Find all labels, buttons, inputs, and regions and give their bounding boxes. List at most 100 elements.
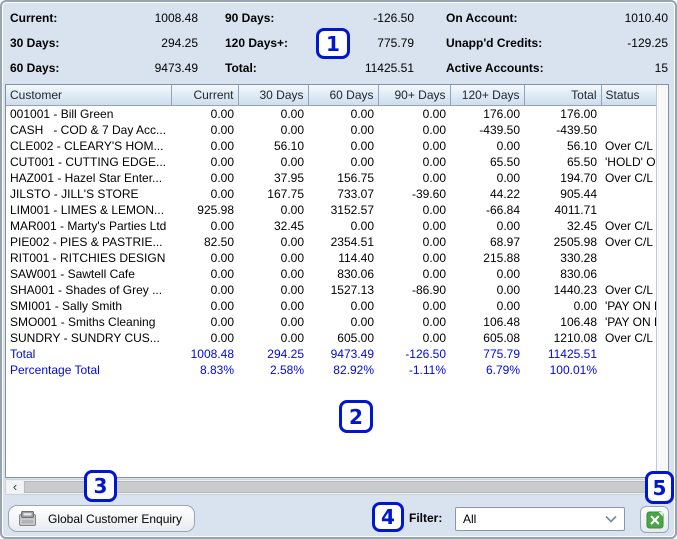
cell: 9473.49: [330, 346, 374, 361]
table-row[interactable]: CASH - COD & 7 Day Acc... 0.00 0.00 0.00 0.0…: [6, 122, 656, 138]
table-row[interactable]: SHA001 - Shades of Grey ... 0.00 0.00 1527.…: [6, 282, 656, 298]
horizontal-scrollbar-thumb[interactable]: [24, 481, 651, 493]
summary-label-30days: 30 Days:: [10, 36, 60, 50]
table-row[interactable]: MAR001 - Marty's Parties Ltd 0.00 32.45 0.0…: [6, 218, 656, 234]
cell: 0.00: [350, 154, 374, 169]
column-header-120-days[interactable]: 120+ Days: [450, 85, 525, 106]
cell: 1440.23: [553, 282, 597, 297]
annotation-badge-3: 3: [84, 470, 117, 502]
cell: Over C/L: [605, 282, 654, 297]
cell: -1.11%: [408, 362, 446, 377]
cell: 0.00: [280, 266, 304, 281]
cell: 0.00: [350, 314, 374, 329]
cell: 0.00: [210, 170, 234, 185]
cell: SMO001 - Smiths Cleaning: [10, 314, 156, 329]
table-row[interactable]: LIM001 - LIMES & LEMON... 925.98 0.00 3152.…: [6, 202, 656, 218]
column-header-total[interactable]: Total: [524, 85, 602, 106]
filter-label: Filter:: [409, 511, 443, 525]
customer-table: Customer Current 30 Days 60 Days 90+ Days 120…: [6, 85, 656, 378]
column-header-customer[interactable]: Customer: [6, 85, 172, 106]
cell: 65.50: [566, 154, 597, 169]
global-customer-enquiry-button[interactable]: Global Customer Enquiry: [8, 505, 195, 532]
cell: 0.00: [496, 170, 520, 185]
cell: 0.00: [422, 234, 446, 249]
percentage-total-row: Percentage Total 8.83% 2.58% 82.92% -1.11% 6.…: [6, 362, 656, 378]
summary-label-current: Current:: [10, 11, 58, 25]
cell: JILSTO - JILL'S STORE: [10, 186, 139, 201]
cell: 0.00: [280, 282, 304, 297]
cell: PIE002 - PIES & PASTRIE...: [10, 234, 163, 249]
cell: 0.00: [350, 298, 374, 313]
table-header-row: Customer Current 30 Days 60 Days 90+ Days 120…: [6, 85, 656, 106]
cell: 32.45: [273, 218, 304, 233]
cell: 0.00: [496, 218, 520, 233]
cell: 0.00: [422, 138, 446, 153]
summary-value-60days: 9473.49: [154, 61, 198, 75]
cell: 65.50: [489, 154, 520, 169]
column-header-60-days[interactable]: 60 Days: [308, 85, 379, 106]
cell: 167.75: [267, 186, 304, 201]
table-row[interactable]: PIE002 - PIES & PASTRIE... 82.50 0.00 2354.…: [6, 234, 656, 250]
cell: [601, 266, 656, 282]
table-row[interactable]: SUNDRY - SUNDRY CUS... 0.00 0.00 605.00 0.00…: [6, 330, 656, 346]
excel-export-button[interactable]: [640, 506, 669, 533]
cell: 0.00: [350, 138, 374, 153]
annotation-badge-4: 4: [372, 502, 404, 532]
cell: -439.50: [479, 122, 520, 137]
table-row[interactable]: RIT001 - RITCHIES DESIGN 0.00 0.00 114.40 0.…: [6, 250, 656, 266]
cell: Percentage Total: [10, 362, 100, 377]
cell: CLE002 - CLEARY'S HOM...: [10, 138, 164, 153]
cell: 6.79%: [485, 362, 520, 377]
column-header-90-days[interactable]: 90+ Days: [378, 85, 451, 106]
cell: 001001 - Bill Green: [10, 106, 114, 121]
cell: 0.00: [350, 218, 374, 233]
summary-label-unappd-credits: Unapp'd Credits:: [446, 36, 543, 50]
total-row: Total 1008.48 294.25 9473.49 -126.50 775.79 11…: [6, 346, 656, 362]
summary-label-active-accounts: Active Accounts:: [446, 61, 544, 75]
column-header-status[interactable]: Status: [601, 85, 656, 106]
cell: 'PAY ON PIC: [605, 298, 656, 313]
summary-label-on-account: On Account:: [446, 11, 518, 25]
table-row[interactable]: HAZ001 - Hazel Star Enter... 0.00 37.95 156…: [6, 170, 656, 186]
cell: [601, 105, 656, 122]
vertical-scrollbar[interactable]: [656, 85, 668, 477]
column-header-current[interactable]: Current: [171, 85, 239, 106]
cell: SUNDRY - SUNDRY CUS...: [10, 330, 160, 345]
annotation-badge-1: 1: [316, 28, 350, 59]
cell: 905.44: [560, 186, 597, 201]
cell: 1210.08: [553, 330, 597, 345]
cell: 330.28: [560, 250, 597, 265]
table-row[interactable]: SMI001 - Sally Smith 0.00 0.00 0.00 0.00 0.00…: [6, 298, 656, 314]
filter-dropdown[interactable]: All: [455, 507, 625, 531]
cell: SHA001 - Shades of Grey ...: [10, 282, 163, 297]
cash-register-icon: [19, 511, 36, 526]
cell: 0.00: [280, 154, 304, 169]
table-row[interactable]: CUT001 - CUTTING EDGE... 0.00 0.00 0.00 0.00…: [6, 154, 656, 170]
cell: Over C/L: [605, 170, 654, 185]
summary-label-120days: 120 Days+:: [225, 36, 289, 50]
cell: 0.00: [573, 298, 597, 313]
cell: 0.00: [280, 234, 304, 249]
chevron-left-icon[interactable]: ‹: [7, 480, 23, 493]
column-header-30-days[interactable]: 30 Days: [238, 85, 309, 106]
table-row[interactable]: CLE002 - CLEARY'S HOM... 0.00 56.10 0.00 0.0…: [6, 138, 656, 154]
cell: 0.00: [280, 314, 304, 329]
table-row[interactable]: SAW001 - Sawtell Cafe 0.00 0.00 830.06 0.00 0…: [6, 266, 656, 282]
summary-label-60days: 60 Days:: [10, 61, 60, 75]
cell: 0.00: [422, 250, 446, 265]
table-row[interactable]: SMO001 - Smiths Cleaning 0.00 0.00 0.00 0.00…: [6, 314, 656, 330]
customer-table-wrap: Customer Current 30 Days 60 Days 90+ Days 120…: [6, 85, 656, 477]
cell: Over C/L: [605, 330, 654, 345]
summary-value-current: 1008.48: [154, 11, 198, 25]
cell: 37.95: [273, 170, 304, 185]
cell: 194.70: [560, 170, 597, 185]
filter-selected-value: All: [463, 512, 477, 526]
global-customer-enquiry-window: Current: 1008.48 30 Days: 294.25 60 Days: 9…: [0, 0, 677, 539]
excel-export-icon: [646, 511, 664, 529]
cell: 106.48: [560, 314, 597, 329]
table-row[interactable]: JILSTO - JILL'S STORE 0.00 167.75 733.07 -39…: [6, 186, 656, 202]
cell: 0.00: [280, 202, 304, 217]
cell: 0.00: [210, 218, 234, 233]
cell: SAW001 - Sawtell Cafe: [10, 266, 135, 281]
table-row[interactable]: 001001 - Bill Green 0.00 0.00 0.00 0.00 176.0…: [6, 105, 656, 122]
